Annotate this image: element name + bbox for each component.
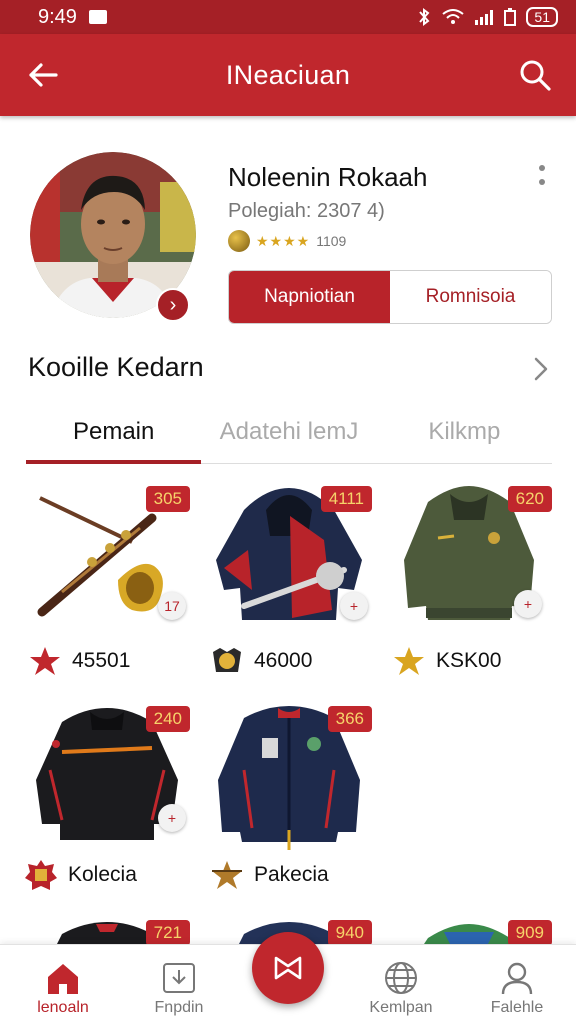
battery-small-icon — [504, 8, 517, 26]
nav-explore[interactable]: Kemlpan — [346, 945, 456, 1024]
avatar-action-button[interactable]: › — [156, 288, 190, 322]
price-badge: 305 — [145, 486, 190, 512]
app-bar: INeaciuan — [0, 34, 576, 116]
tab-kilkmp[interactable]: Kilkmp — [377, 400, 552, 463]
item-value: KSK00 — [436, 649, 502, 672]
player-subtitle: Polegiah: 2307 4) — [228, 200, 385, 222]
tab-bar: Pemain Adatehi lemJ Kilkmp — [26, 400, 552, 464]
segment-inactive[interactable]: Romnisoia — [390, 271, 551, 323]
signal-icon — [475, 10, 494, 25]
price-badge: 240 — [145, 706, 190, 732]
tab-pemain[interactable]: Pemain — [26, 400, 202, 464]
profile-card: › Noleenin Rokaah Polegiah: 2307 4) ★★★★… — [0, 118, 576, 338]
nav-home[interactable]: lenoaln — [8, 945, 118, 1024]
mini-badge[interactable]: 17 — [158, 592, 186, 620]
rating-count: 1109 — [316, 233, 347, 249]
avatar[interactable]: › — [30, 152, 196, 322]
player-rating: ★★★★ 1109 — [228, 230, 346, 252]
star-badge-icon — [30, 647, 60, 675]
nav-label: Fnpdin — [154, 999, 204, 1016]
item-caption: Pakecia — [210, 858, 329, 892]
center-action-button[interactable] — [252, 932, 324, 1004]
tab-adatehi[interactable]: Adatehi lemJ — [201, 400, 376, 463]
item-caption: KSK00 — [392, 644, 501, 678]
more-options-icon[interactable] — [538, 164, 546, 190]
item-value: 46000 — [254, 649, 313, 672]
status-bar: 9:49 51 — [0, 0, 576, 34]
wifi-icon — [442, 9, 465, 24]
item-caption: Kolecia — [24, 858, 137, 892]
emblem-badge-icon — [25, 860, 57, 890]
mini-badge[interactable]: + — [158, 804, 186, 832]
nav-profile[interactable]: Falehle — [462, 945, 572, 1024]
profile-icon — [501, 962, 533, 995]
price-badge: 721 — [145, 920, 190, 946]
search-icon[interactable] — [518, 58, 552, 92]
item-caption: 46000 — [210, 644, 312, 678]
mini-badge[interactable]: + — [514, 590, 542, 618]
item-value: 45501 — [72, 649, 131, 672]
price-badge: 4111 — [320, 486, 372, 512]
price-badge: 940 — [327, 920, 372, 946]
player-name: Noleenin Rokaah — [228, 162, 428, 192]
mini-badge[interactable]: + — [340, 592, 368, 620]
section-title: Kooille Kedarn — [28, 352, 204, 382]
page-title: INeaciuan — [225, 59, 351, 90]
chevron-right-icon[interactable] — [532, 356, 550, 382]
list-item[interactable]: 366 Pakecia — [204, 700, 374, 896]
item-caption: 45501 — [28, 644, 130, 678]
segment-active[interactable]: Napniotian — [229, 271, 390, 323]
item-value: Pakecia — [254, 863, 329, 886]
globe-icon — [385, 962, 417, 994]
bluetooth-icon — [419, 8, 430, 26]
bronze-star-icon — [212, 861, 242, 889]
list-item[interactable]: 240 + Kolecia — [22, 700, 192, 896]
price-badge: 366 — [327, 706, 372, 732]
segmented-control: Napniotian Romnisoia — [228, 270, 552, 324]
back-arrow-icon[interactable] — [26, 58, 60, 92]
list-item[interactable]: 305 17 45501 — [22, 480, 192, 680]
list-item[interactable]: 620 + KSK00 — [384, 480, 554, 680]
nav-label: lenoaln — [37, 999, 89, 1016]
price-badge: 620 — [507, 486, 552, 512]
gold-star-icon — [394, 647, 424, 675]
download-icon — [163, 963, 195, 993]
section-header[interactable]: Kooille Kedarn — [0, 342, 576, 396]
nav-label: Falehle — [490, 999, 544, 1016]
item-value: Kolecia — [68, 863, 137, 886]
status-time: 9:49 — [38, 5, 77, 28]
nav-label: Kemlpan — [369, 999, 433, 1016]
ball-icon — [228, 230, 250, 252]
notification-icon — [88, 10, 107, 24]
list-item[interactable]: 4111 + 46000 — [204, 480, 374, 680]
crest-badge-icon — [213, 648, 241, 672]
battery-level: 51 — [526, 7, 558, 27]
price-badge: 909 — [507, 920, 552, 946]
home-icon — [48, 964, 78, 994]
bowtie-icon — [274, 956, 302, 980]
rating-stars-icon: ★★★★ — [256, 232, 311, 249]
nav-download[interactable]: Fnpdin — [124, 945, 234, 1024]
